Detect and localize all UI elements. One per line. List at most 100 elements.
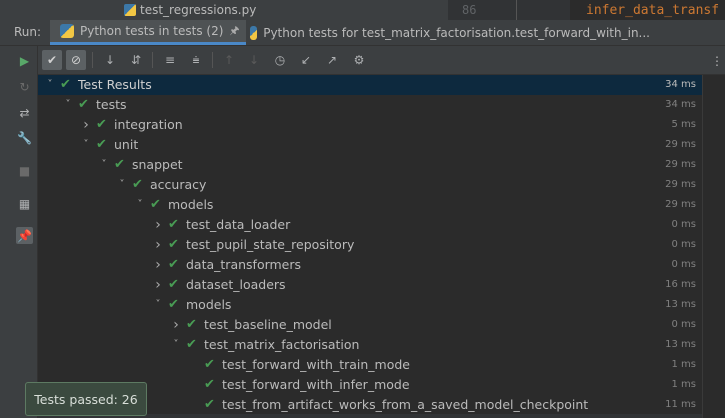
tree-row-duration: 11 ms [665, 399, 696, 410]
tree-row-duration: 29 ms [665, 199, 696, 210]
show-ignored-icon[interactable]: ⊘ [66, 50, 86, 70]
tree-row-duration: 29 ms [665, 139, 696, 150]
passed-check-icon: ✔ [168, 237, 179, 252]
layout-icon[interactable]: ▦ [16, 195, 33, 212]
sort-alpha-icon[interactable]: ↓ [100, 50, 120, 70]
chevron-right-icon[interactable]: › [80, 115, 92, 135]
tree-row-label: test_forward_with_infer_mode [222, 377, 410, 392]
sort-duration-icon[interactable]: ⇵ [126, 50, 146, 70]
gutter-separator [516, 0, 517, 20]
chevron-down-icon[interactable]: ˅ [44, 75, 56, 95]
passed-check-icon: ✔ [186, 337, 197, 352]
tests-passed-toast[interactable]: Tests passed: 26 [25, 382, 147, 416]
tree-row-label: tests [96, 97, 127, 112]
tree-row[interactable]: ˅ ✔ unit 29 ms [38, 135, 702, 155]
chevron-right-icon[interactable]: › [152, 255, 164, 275]
chevron-down-icon[interactable]: ˅ [80, 135, 92, 155]
tree-row-duration: 0 ms [671, 319, 697, 330]
tree-row-duration: 1 ms [671, 359, 697, 370]
chevron-down-icon[interactable]: ˅ [116, 175, 128, 195]
tree-row[interactable]: ˅ ✔ test_matrix_factorisation 13 ms [38, 335, 702, 355]
python-test-icon [250, 25, 258, 40]
passed-check-icon: ✔ [186, 317, 197, 332]
stop-icon[interactable]: ■ [16, 162, 33, 179]
rerun-failed-icon[interactable]: ↻ [16, 78, 33, 95]
wrench-icon[interactable]: 🔧 [16, 129, 33, 146]
tree-row-duration: 13 ms [665, 339, 696, 350]
tree-row-duration: 29 ms [665, 159, 696, 170]
chevron-down-icon[interactable]: ˅ [134, 195, 146, 215]
tree-row[interactable]: ˅ ✔ accuracy 29 ms [38, 175, 702, 195]
export-tests-icon[interactable]: ↗ [322, 50, 342, 70]
chevron-right-icon[interactable]: › [152, 215, 164, 235]
tree-row[interactable]: ˅ ✔ models 13 ms [38, 295, 702, 315]
tree-row-label: accuracy [150, 177, 207, 192]
prev-failed-icon[interactable]: ↑ [219, 50, 239, 70]
tab-label: Python tests in tests (2) [80, 24, 224, 38]
chevron-right-icon[interactable]: › [152, 235, 164, 255]
tab-python-tests-matrix-factorisation[interactable]: Python tests for test_matrix_factorisati… [250, 20, 650, 45]
chevron-right-icon[interactable]: › [152, 275, 164, 295]
tree-row-label: test_data_loader [186, 217, 291, 232]
tab-label: Python tests for test_matrix_factorisati… [263, 25, 650, 40]
tree-row[interactable]: ˅ ✔ tests 34 ms [38, 95, 702, 115]
tree-row-label: snappet [132, 157, 183, 172]
python-test-icon [60, 24, 74, 38]
passed-check-icon: ✔ [204, 357, 215, 372]
line-number: 86 [462, 3, 477, 17]
tree-row-duration: 34 ms [665, 79, 696, 90]
tree-row-duration: 0 ms [671, 219, 697, 230]
passed-check-icon: ✔ [168, 277, 179, 292]
tree-row[interactable]: ˅ ✔ models 29 ms [38, 195, 702, 215]
editor-file-tab[interactable]: test_regressions.py [124, 0, 256, 20]
tree-row-duration: 5 ms [671, 119, 697, 130]
tree-row[interactable]: › ✔ test_data_loader 0 ms [38, 215, 702, 235]
collapse-all-icon[interactable]: ⩧ [186, 50, 206, 70]
show-passed-icon[interactable]: ✔ [42, 50, 62, 70]
tree-row-duration: 29 ms [665, 179, 696, 190]
run-side-toolbar: ▶ ↻ ⇄ 🔧 ■ ▦ 📌 [12, 46, 38, 418]
tree-row-duration: 1 ms [671, 379, 697, 390]
tree-row-label: test_from_artifact_works_from_a_saved_mo… [222, 397, 589, 412]
tree-row[interactable]: ✔ test_forward_with_train_mode 1 ms [38, 355, 702, 375]
passed-check-icon: ✔ [60, 77, 71, 92]
chevron-down-icon[interactable]: ˅ [170, 335, 182, 355]
right-tool-strip: ⋮ [702, 54, 725, 418]
passed-check-icon: ✔ [168, 297, 179, 312]
pin-icon[interactable]: 📌 [16, 227, 33, 244]
tree-row[interactable]: › ✔ test_baseline_model 0 ms [38, 315, 702, 335]
run-icon[interactable]: ▶ [16, 52, 33, 69]
passed-check-icon: ✔ [78, 97, 89, 112]
tree-row[interactable]: › ✔ data_transformers 0 ms [38, 255, 702, 275]
passed-check-icon: ✔ [168, 257, 179, 272]
tree-row[interactable]: › ✔ integration 5 ms [38, 115, 702, 135]
tree-row-duration: 0 ms [671, 239, 697, 250]
chevron-down-icon[interactable]: ˅ [152, 295, 164, 315]
settings-icon[interactable]: ⚙ [349, 50, 369, 70]
import-tests-icon[interactable]: ↙ [296, 50, 316, 70]
expand-all-icon[interactable]: ≡ [160, 50, 180, 70]
passed-check-icon: ✔ [150, 197, 161, 212]
chevron-right-icon[interactable]: › [170, 315, 182, 335]
history-icon[interactable]: ◷ [270, 50, 290, 70]
tree-row[interactable]: › ✔ test_pupil_state_repository 0 ms [38, 235, 702, 255]
chevron-down-icon[interactable]: ˅ [98, 155, 110, 175]
pin-tab-icon[interactable]: 🖈 [229, 22, 239, 41]
passed-check-icon: ✔ [96, 137, 107, 152]
editor-file-name: test_regressions.py [140, 3, 257, 17]
chevron-down-icon[interactable]: ˅ [62, 95, 74, 115]
tree-row-duration: 34 ms [665, 99, 696, 110]
tree-row[interactable]: ˅ ✔ snappet 29 ms [38, 155, 702, 175]
next-failed-icon[interactable]: ↓ [244, 50, 264, 70]
toggle-auto-test-icon[interactable]: ⇄ [16, 104, 33, 121]
code-fragment: infer_data_transf [586, 3, 720, 18]
toolbar-separator [212, 52, 213, 68]
toolbar-separator [92, 52, 93, 68]
more-options-icon[interactable]: ⋮ [711, 54, 723, 68]
tree-row-duration: 16 ms [665, 279, 696, 290]
tree-row-label: data_transformers [186, 257, 302, 272]
tree-row[interactable]: › ✔ dataset_loaders 16 ms [38, 275, 702, 295]
tab-python-tests-in-tests[interactable]: Python tests in tests (2) 🖈 [50, 20, 246, 45]
tree-row[interactable]: ˅ ✔ Test Results 34 ms [38, 75, 702, 95]
tree-row-label: Test Results [78, 77, 152, 92]
